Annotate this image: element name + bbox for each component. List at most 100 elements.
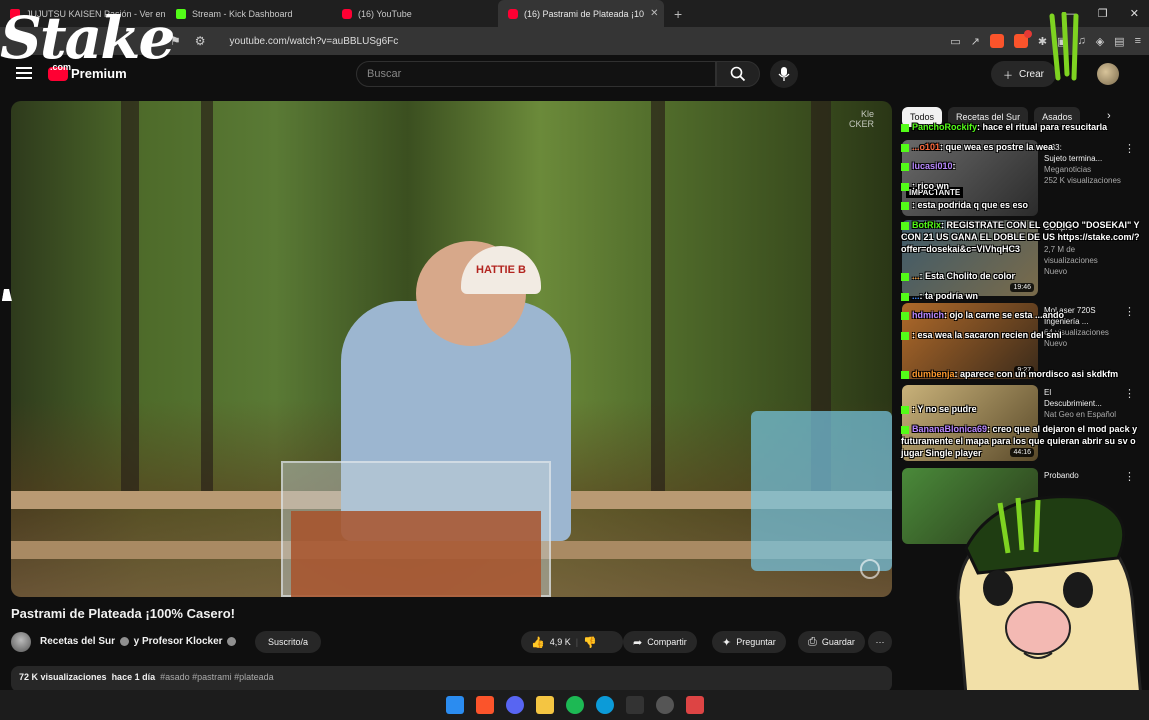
cat-mascot-overlay-icon — [956, 495, 1145, 720]
cast-icon[interactable]: ▭ — [950, 35, 960, 48]
close-tab-icon[interactable]: ✕ — [650, 8, 658, 19]
browser-tab-kick[interactable]: Stream - Kick Dashboard — [166, 0, 332, 27]
ask-button[interactable]: ✦ Preguntar — [712, 631, 786, 653]
chat-message: ...o101: que wea es postre la wea — [901, 141, 1149, 153]
kick-favicon-icon — [176, 8, 186, 19]
chat-message: : esta podrida q que es eso — [901, 199, 1149, 211]
microphone-icon — [778, 67, 790, 81]
share-icon[interactable]: ↗ — [971, 35, 980, 48]
verified-icon — [119, 636, 129, 646]
chat-message: lucasi010: — [901, 160, 1149, 172]
browser-menu-icon[interactable]: ≡ — [1135, 35, 1141, 47]
kick-badge-icon — [901, 221, 909, 230]
vpn-icon[interactable]: ◈ — [1096, 35, 1104, 48]
voice-search-button[interactable] — [770, 60, 798, 88]
kick-badge-icon — [901, 311, 909, 320]
chat-message: BananaBlonica69: creo que al dejaron el … — [901, 424, 1138, 458]
chat-message: PanchoRockify: hace el ritual para resuc… — [901, 121, 1149, 133]
monster-energy-logo-icon — [1049, 12, 1079, 81]
kick-badge-icon — [901, 425, 909, 434]
browser-tab-youtube[interactable]: (16) YouTube — [332, 0, 498, 27]
like-count[interactable]: 4,9 K — [550, 637, 571, 647]
tab-title: Stream - Kick Dashboard — [192, 8, 293, 19]
subscribe-button[interactable]: Suscrito/a — [255, 631, 322, 653]
chat-message: ...: ta podría wn — [901, 290, 1149, 302]
search-input[interactable]: Buscar — [356, 61, 716, 87]
discord-icon[interactable] — [505, 696, 524, 714]
kick-badge-icon — [901, 201, 909, 210]
sparkle-icon: ✦ — [722, 636, 732, 649]
browser-tab-active-video[interactable]: (16) Pastrami de Plateada ¡10 ✕ — [498, 0, 664, 27]
chat-message: : Y no se pudre — [901, 403, 1149, 415]
brave-shield-icon[interactable] — [989, 34, 1004, 48]
channel-name[interactable]: Recetas del Sur — [40, 636, 115, 647]
chat-message: ...: Esta Cholito de color — [901, 270, 1149, 282]
url-field[interactable]: youtube.com/watch?v=auBBLUSg6Fc — [230, 36, 399, 47]
tab-title: (16) Pastrami de Plateada ¡10 — [524, 8, 645, 19]
kick-badge-icon — [901, 370, 909, 379]
more-options-icon[interactable]: ⋮ — [1124, 387, 1135, 400]
close-window-button[interactable]: ✕ — [1130, 7, 1139, 20]
channel-row: Recetas del Sur y Profesor Klocker Suscr… — [11, 630, 892, 654]
windows-taskbar — [0, 690, 1149, 720]
spotify-icon[interactable] — [565, 696, 584, 714]
youtube-favicon-icon — [342, 8, 352, 19]
stake-overlay-domain: .com — [50, 62, 72, 72]
app-icon[interactable] — [625, 696, 644, 714]
conjunction: y — [133, 636, 140, 647]
kick-badge-icon — [901, 182, 909, 191]
edge-icon[interactable] — [595, 696, 614, 714]
brave-rewards-icon[interactable] — [1013, 30, 1032, 48]
save-button[interactable]: ⎙ Guardar — [798, 631, 865, 653]
share-button[interactable]: ➦ Compartir — [623, 631, 697, 653]
kick-badge-icon — [901, 272, 909, 281]
video-watermark: Kle CKER — [848, 109, 874, 129]
chat-message: hdmich: ojo la carne se esta ...ando — [901, 309, 1149, 321]
like-dislike-group: 👍 4,9 K | 👎 — [521, 631, 623, 653]
search-button[interactable] — [716, 61, 760, 87]
video-player[interactable]: HATTIE B Kle CKER — [11, 101, 892, 597]
thumbs-down-icon[interactable]: 👎 — [583, 636, 597, 649]
plus-icon: ＋ — [1003, 70, 1013, 82]
stake-overlay-logo: Stake — [0, 4, 175, 72]
new-tab-button[interactable]: + — [664, 6, 692, 22]
hashtags[interactable]: #asado #pastrami #plateada — [160, 672, 274, 682]
kick-badge-icon — [901, 292, 909, 301]
start-menu-icon[interactable] — [445, 696, 464, 714]
collab-channel-name[interactable]: Profesor Klocker — [142, 636, 223, 647]
channel-names[interactable]: Recetas del Sur y Profesor Klocker — [40, 636, 238, 647]
meat-in-brine — [291, 511, 541, 597]
obs-icon[interactable] — [655, 696, 674, 714]
more-actions-button[interactable]: ··· — [868, 631, 892, 653]
wallet-icon[interactable]: ▤ — [1114, 35, 1124, 48]
thumbs-up-icon[interactable]: 👍 — [531, 636, 545, 649]
kick-badge-icon — [901, 143, 909, 152]
brave-browser-icon[interactable] — [475, 696, 494, 714]
verified-icon — [227, 636, 237, 646]
chat-message: : esa wea la sacaron recien del sml — [901, 329, 1149, 341]
kick-badge-icon — [901, 123, 909, 132]
video-title: Pastrami de Plateada ¡100% Casero! — [11, 606, 235, 621]
description-box[interactable]: 72 K visualizaciones hace 1 día #asado #… — [11, 666, 892, 692]
file-explorer-icon[interactable] — [535, 696, 554, 714]
maximize-button[interactable]: ❐ — [1098, 7, 1108, 20]
channel-watermark-icon[interactable] — [860, 559, 880, 579]
chat-message: dumbenja: aparece con un mordisco asi sk… — [901, 368, 1149, 380]
upload-date: hace 1 día — [111, 672, 156, 682]
chat-message: : rico wn — [901, 180, 1149, 192]
chat-message: BotRix: REGISTRATE CON EL CODIGO "DOSEKA… — [901, 220, 1140, 254]
mouse-cursor-icon — [1, 289, 15, 301]
channel-avatar[interactable] — [11, 632, 31, 652]
search-icon — [730, 66, 746, 82]
tab-title: (16) YouTube — [358, 8, 412, 19]
share-arrow-icon: ➦ — [633, 636, 643, 649]
blue-container — [751, 411, 892, 571]
bookmark-save-icon: ⎙ — [808, 635, 817, 648]
kick-badge-icon — [901, 331, 909, 340]
account-avatar[interactable] — [1097, 63, 1119, 85]
view-count: 72 K visualizaciones — [19, 672, 107, 682]
app-triangle-icon[interactable] — [685, 696, 704, 714]
kick-badge-icon — [901, 162, 909, 171]
kick-badge-icon — [901, 405, 909, 414]
site-info-icon[interactable]: ⚙ — [195, 34, 206, 48]
